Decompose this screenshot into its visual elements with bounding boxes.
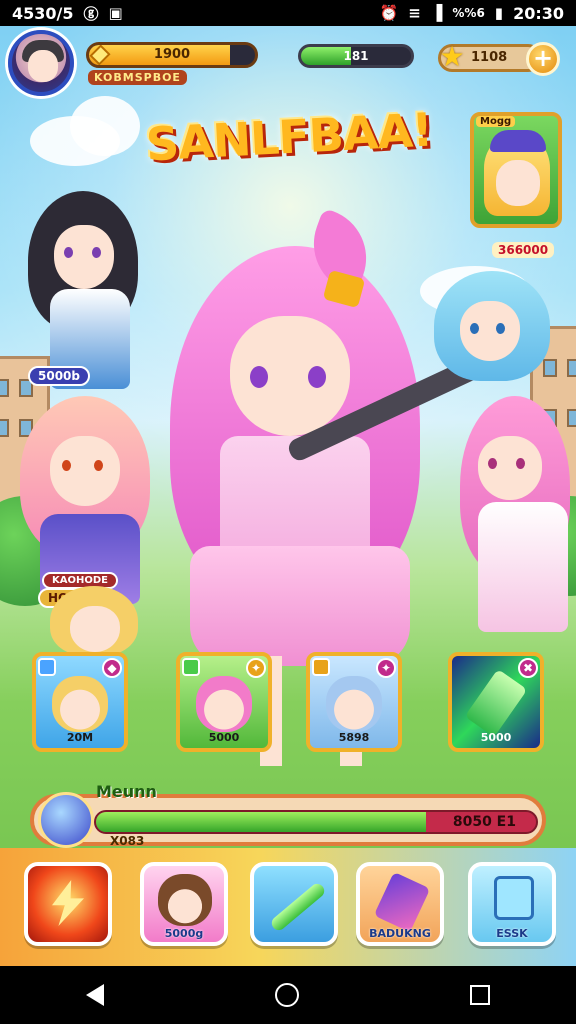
system-nav-bar (0, 966, 576, 1024)
energy-value: 181 (343, 49, 369, 63)
phone-card-icon (373, 871, 431, 933)
element-icon: ✖ (518, 658, 538, 678)
class-icon (182, 658, 200, 676)
cloud (70, 96, 140, 156)
app-notification-icon: ⓖ (83, 4, 99, 23)
player-name: KOBMSPBOE (88, 70, 187, 85)
alarm-icon: ⏰ (379, 4, 399, 22)
status-bar: 4530/5 ⓖ ▣ ⏰ ≡ ▐ %%6 ▮ 20:30 (0, 0, 576, 26)
player-avatar[interactable] (8, 30, 74, 96)
quest-value: 8050 E1 (452, 814, 516, 830)
character-card[interactable]: ✦ 5000 (176, 652, 272, 752)
character-portrait-icon (158, 874, 212, 926)
quest-progress[interactable]: Meunn 8050 E1 X083 (30, 782, 546, 848)
recent-apps-icon[interactable] (470, 985, 491, 1005)
menu-label: BADUKNG (369, 927, 431, 940)
top-hud: 1900 KOBMSPBOE 181 ★ 1108 + (0, 30, 576, 100)
bottom-menu: 5000g BADUKNG ESSK (0, 848, 576, 966)
status-time: 20:30 (513, 3, 564, 23)
card-value: 20M (66, 731, 94, 744)
add-gold-button[interactable]: + (526, 42, 560, 76)
menu-button-task[interactable]: ESSK (468, 862, 556, 946)
signal-label: %%6 (452, 6, 485, 20)
signal-icon: ▐ (430, 4, 443, 22)
gold-value: 1108 (471, 50, 508, 65)
hero-face (496, 160, 540, 206)
featured-hero-card[interactable]: Mogg (470, 112, 562, 228)
class-icon (312, 658, 330, 676)
hero-price: 366000 (492, 242, 555, 258)
hero-tag: Mogg (476, 116, 516, 127)
card-portrait (52, 676, 108, 732)
menu-button-battle[interactable] (24, 862, 112, 946)
class-icon (38, 658, 56, 676)
back-icon[interactable] (85, 984, 104, 1006)
level-bar[interactable]: 1900 (86, 42, 258, 68)
hero-hat-icon (490, 130, 546, 152)
lightning-icon (52, 880, 84, 926)
element-icon: ◆ (102, 658, 122, 678)
character-card[interactable]: ✖ 5000 (448, 652, 544, 752)
trophy-icon (494, 876, 534, 920)
sword-icon (268, 881, 328, 933)
quest-progress-track: 8050 E1 (94, 810, 538, 834)
quest-subtitle: X083 (110, 834, 145, 848)
character-card[interactable]: ◆ 20M (32, 652, 128, 752)
quest-title: Meunn (96, 782, 157, 801)
gallery-notification-icon: ▣ (108, 4, 123, 22)
card-portrait (326, 676, 382, 732)
menu-button-ranking[interactable]: BADUKNG (356, 862, 444, 946)
card-value: 5000 (480, 731, 512, 744)
card-portrait (196, 676, 252, 732)
battery-icon: ▮ (494, 4, 504, 22)
card-value: 5898 (338, 731, 370, 744)
status-left-text: 4530/5 (12, 3, 74, 23)
home-icon[interactable] (274, 983, 299, 1007)
energy-bar[interactable]: 181 (298, 44, 414, 68)
menu-button-characters[interactable]: 5000g (140, 862, 228, 946)
character-label: 5000b (28, 366, 90, 386)
level-value: 1900 (153, 47, 191, 62)
element-icon: ✦ (246, 658, 266, 678)
element-icon: ✦ (376, 658, 396, 678)
menu-label: ESSK (496, 927, 528, 940)
wifi-icon: ≡ (408, 4, 421, 22)
character-blonde-girl[interactable] (50, 586, 140, 656)
crystal-icon (464, 668, 528, 738)
menu-button-equipment[interactable] (250, 862, 338, 946)
character-card[interactable]: ✦ 5898 (306, 652, 402, 752)
menu-label: 5000g (164, 927, 204, 940)
quest-progress-fill (96, 812, 426, 832)
character-dark-haired-girl[interactable] (20, 191, 160, 391)
crystal-gem-icon (38, 792, 94, 848)
star-coin-icon: ★ (439, 40, 465, 73)
card-value: 5000 (208, 731, 240, 744)
character-pink-haired-girl[interactable] (460, 396, 576, 656)
